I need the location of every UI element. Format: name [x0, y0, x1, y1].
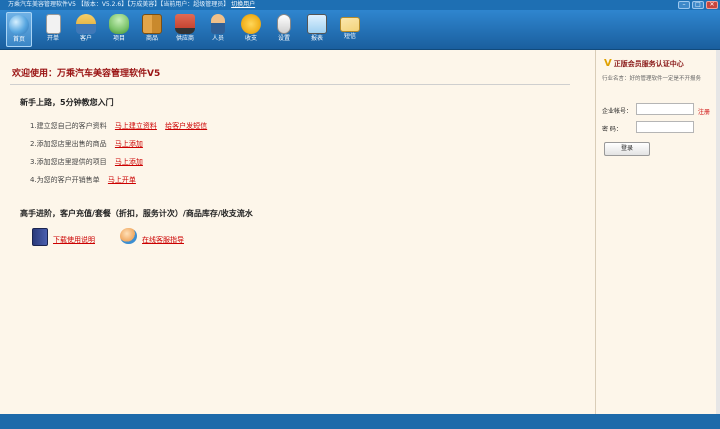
close-button[interactable]: ✕	[706, 1, 718, 9]
step-4-text: 4.为您的客户开销售单	[30, 176, 100, 184]
toolbar-settings-label: 设置	[277, 35, 290, 42]
create-customer-link[interactable]: 马上建立资料	[115, 122, 157, 130]
switch-user-link[interactable]: 切换用户	[231, 1, 255, 8]
customers-icon	[76, 14, 96, 34]
industry-slogan: 行业名言：好的管理软件一定是不开报务	[602, 76, 702, 82]
toolbar-sms-label: 短信	[343, 33, 356, 40]
quick-start-title: 新手上路，5分钟教您入门	[20, 98, 114, 107]
send-sms-link[interactable]: 给客户发短信	[165, 122, 207, 130]
home-content: 欢迎使用：万乘汽车美容管理软件V5 新手上路，5分钟教您入门 1.建立您自己的客…	[0, 50, 596, 414]
toolbar-goods-label: 商品	[145, 35, 158, 42]
heading-divider	[10, 84, 570, 85]
download-manual-link[interactable]: 下载使用说明	[53, 235, 95, 245]
password-label: 密 码：	[602, 126, 622, 133]
manual-book-icon	[32, 228, 48, 246]
add-project-link[interactable]: 马上添加	[115, 158, 143, 166]
window-controls: – □ ✕	[678, 1, 718, 9]
robot-icon	[109, 14, 129, 34]
step-1-text: 1.建立您自己的客户资料	[30, 122, 107, 130]
minimize-button[interactable]: –	[678, 1, 690, 9]
envelope-icon	[340, 17, 360, 32]
password-input[interactable]	[636, 121, 694, 133]
boxes-icon	[142, 14, 162, 34]
step-4: 4.为您的客户开销售单 马上开单	[30, 175, 136, 185]
online-support-icon	[120, 228, 137, 244]
window-title: 万乘汽车美容管理软件V5 【版本：V5.2.6】【万成美容】【当前用户：超级管理…	[8, 0, 255, 10]
toolbar-customers-label: 客户	[79, 35, 92, 42]
toolbar-reports-label: 报表	[310, 35, 323, 42]
toolbar-settings[interactable]: 设置	[271, 12, 297, 47]
toolbar-order[interactable]: 开单	[40, 12, 66, 47]
toolbar-projects[interactable]: 项目	[106, 12, 132, 47]
toolbar-finance-label: 收支	[244, 35, 257, 42]
truck-icon	[175, 14, 195, 34]
toolbar-finance[interactable]: 收支	[238, 12, 264, 47]
online-support-link[interactable]: 在线客服指导	[142, 235, 184, 245]
toolbar-staff[interactable]: 人员	[205, 12, 231, 47]
add-goods-link[interactable]: 马上添加	[115, 140, 143, 148]
right-scrollbar[interactable]	[716, 50, 720, 414]
open-order-link[interactable]: 马上开单	[108, 176, 136, 184]
register-link[interactable]: 注册	[698, 107, 710, 116]
login-button[interactable]: 登录	[604, 142, 650, 156]
toolbar-staff-label: 人员	[211, 35, 224, 42]
window-title-text: 万乘汽车美容管理软件V5 【版本：V5.2.6】【万成美容】【当前用户：超级管理…	[8, 1, 230, 8]
clipboard-icon	[45, 14, 61, 34]
step-2: 2.添加您店里出售的商品 马上添加	[30, 139, 143, 149]
step-1: 1.建立您自己的客户资料 马上建立资料 给客户发短信	[30, 121, 207, 131]
account-input[interactable]	[636, 103, 694, 115]
v-logo-icon: V	[604, 58, 612, 69]
step-3-text: 3.添加您店里提供的项目	[30, 158, 107, 166]
toolbar-projects-label: 项目	[112, 35, 125, 42]
person-icon	[211, 14, 225, 34]
welcome-heading: 欢迎使用：万乘汽车美容管理软件V5	[12, 69, 161, 79]
toolbar-suppliers-label: 供应商	[175, 35, 194, 42]
member-auth-panel: V 正版会员服务认证中心 行业名言：好的管理软件一定是不开报务 企业帐号： 注册 …	[596, 50, 720, 414]
toolbar-sms[interactable]: 短信	[337, 12, 363, 47]
auth-center-title: V 正版会员服务认证中心	[604, 58, 684, 69]
chart-monitor-icon	[307, 14, 327, 34]
toolbar-goods[interactable]: 商品	[139, 12, 165, 47]
status-bar	[0, 414, 720, 429]
home-globe-icon	[9, 15, 29, 35]
account-label: 企业帐号：	[602, 108, 633, 115]
coin-icon	[241, 14, 261, 34]
toolbar-home[interactable]: 首页	[6, 12, 32, 47]
step-3: 3.添加您店里提供的项目 马上添加	[30, 157, 143, 167]
toolbar-home-label: 首页	[12, 36, 25, 43]
advanced-title: 高手进阶，客户充值/套餐（折扣，服务计次）/商品库存/收支流水	[20, 209, 253, 218]
mouse-icon	[277, 14, 291, 34]
maximize-button[interactable]: □	[692, 1, 704, 9]
toolbar-reports[interactable]: 报表	[304, 12, 330, 47]
auth-center-title-text: 正版会员服务认证中心	[613, 60, 684, 68]
toolbar-customers[interactable]: 客户	[73, 12, 99, 47]
toolbar-suppliers[interactable]: 供应商	[172, 12, 198, 47]
step-2-text: 2.添加您店里出售的商品	[30, 140, 107, 148]
title-bar: 万乘汽车美容管理软件V5 【版本：V5.2.6】【万成美容】【当前用户：超级管理…	[0, 0, 720, 10]
toolbar-order-label: 开单	[46, 35, 59, 42]
main-toolbar: 首页 开单 客户 项目 商品 供应商 人员 收支 设置 报表 短信	[0, 10, 720, 50]
